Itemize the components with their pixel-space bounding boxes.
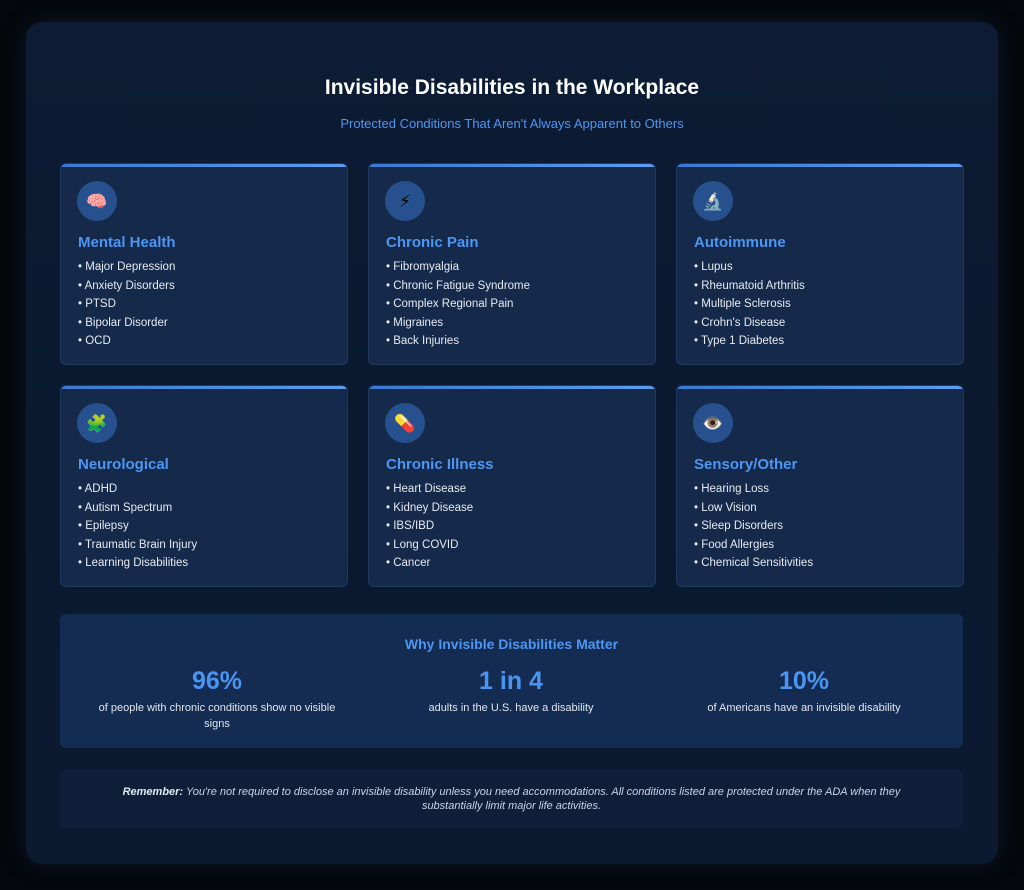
- list-item: Hearing Loss: [694, 480, 813, 499]
- stat-value: 96%: [191, 667, 243, 695]
- list-item: Long COVID: [386, 536, 473, 555]
- list-item: Cancer: [386, 554, 473, 573]
- card-title: Sensory/Other: [694, 456, 798, 473]
- card-title: Autoimmune: [694, 234, 786, 251]
- list-item: Learning Disabilities: [78, 554, 197, 573]
- stats-panel: Why Invisible Disabilities Matter 96% of…: [60, 614, 963, 748]
- stat-description: of people with chronic conditions show n…: [98, 702, 336, 730]
- card-chronic-pain: ⚡ Chronic Pain Fibromyalgia Chronic Fati…: [368, 163, 656, 365]
- lightning-icon: ⚡: [385, 181, 425, 221]
- list-item: Type 1 Diabetes: [694, 332, 805, 351]
- puzzle-icon: 🧩: [77, 403, 117, 443]
- list-item: Complex Regional Pain: [386, 295, 530, 314]
- list-item: Bipolar Disorder: [78, 314, 175, 333]
- card-title: Chronic Illness: [386, 456, 494, 473]
- list-item: PTSD: [78, 295, 175, 314]
- list-item: Epilepsy: [78, 517, 197, 536]
- condition-list: ADHD Autism Spectrum Epilepsy Traumatic …: [78, 480, 197, 573]
- list-item: Crohn's Disease: [694, 314, 805, 333]
- stat-item: 1 in 4 adults in the U.S. have a disabil…: [361, 666, 661, 716]
- condition-list: Fibromyalgia Chronic Fatigue Syndrome Co…: [386, 258, 530, 351]
- card-title: Chronic Pain: [386, 234, 479, 251]
- card-chronic-illness: 💊 Chronic Illness Heart Disease Kidney D…: [368, 385, 656, 587]
- list-item: OCD: [78, 332, 175, 351]
- list-item: ADHD: [78, 480, 197, 499]
- stat-value: 1 in 4: [479, 667, 543, 695]
- stat-description: adults in the U.S. have a disability: [428, 702, 594, 714]
- note-body: You're not required to disclose an invis…: [185, 786, 901, 812]
- list-item: Multiple Sclerosis: [694, 295, 805, 314]
- condition-list: Heart Disease Kidney Disease IBS/IBD Lon…: [386, 480, 473, 573]
- microscope-icon: 🔬: [693, 181, 733, 221]
- list-item: IBS/IBD: [386, 517, 473, 536]
- list-item: Chronic Fatigue Syndrome: [386, 277, 530, 296]
- list-item: Heart Disease: [386, 480, 473, 499]
- list-item: Chemical Sensitivities: [694, 554, 813, 573]
- list-item: Low Vision: [694, 499, 813, 518]
- condition-list: Hearing Loss Low Vision Sleep Disorders …: [694, 480, 813, 573]
- list-item: Traumatic Brain Injury: [78, 536, 197, 555]
- list-item: Kidney Disease: [386, 499, 473, 518]
- eye-icon: 👁️: [693, 403, 733, 443]
- list-item: Food Allergies: [694, 536, 813, 555]
- card-title: Neurological: [78, 456, 169, 473]
- card-mental-health: 🧠 Mental Health Major Depression Anxiety…: [60, 163, 348, 365]
- stat-value: 10%: [778, 667, 830, 695]
- list-item: Migraines: [386, 314, 530, 333]
- stat-item: 10% of Americans have an invisible disab…: [654, 666, 954, 716]
- card-autoimmune: 🔬 Autoimmune Lupus Rheumatoid Arthritis …: [676, 163, 964, 365]
- list-item: Rheumatoid Arthritis: [694, 277, 805, 296]
- list-item: Back Injuries: [386, 332, 530, 351]
- note-text: Remember: You're not required to disclos…: [100, 785, 923, 813]
- list-item: Autism Spectrum: [78, 499, 197, 518]
- condition-list: Major Depression Anxiety Disorders PTSD …: [78, 258, 176, 351]
- list-item: Fibromyalgia: [386, 258, 530, 277]
- page-subtitle: Protected Conditions That Aren't Always …: [340, 116, 684, 131]
- list-item: Major Depression: [78, 258, 175, 277]
- brain-icon: 🧠: [77, 181, 117, 221]
- condition-list: Lupus Rheumatoid Arthritis Multiple Scle…: [694, 258, 805, 351]
- card-neurological: 🧩 Neurological ADHD Autism Spectrum Epil…: [60, 385, 348, 587]
- card-title: Mental Health: [78, 234, 176, 251]
- list-item: Anxiety Disorders: [78, 277, 175, 296]
- pill-icon: 💊: [385, 403, 425, 443]
- stat-item: 96% of people with chronic conditions sh…: [67, 666, 367, 732]
- list-item: Lupus: [694, 258, 805, 277]
- card-sensory-other: 👁️ Sensory/Other Hearing Loss Low Vision…: [676, 385, 964, 587]
- page-title: Invisible Disabilities in the Workplace: [324, 76, 700, 99]
- note-label: Remember:: [122, 786, 184, 798]
- list-item: Sleep Disorders: [694, 517, 813, 536]
- stat-description: of Americans have an invisible disabilit…: [707, 702, 901, 714]
- remember-note: Remember: You're not required to disclos…: [60, 770, 963, 828]
- stats-title: Why Invisible Disabilities Matter: [404, 636, 619, 652]
